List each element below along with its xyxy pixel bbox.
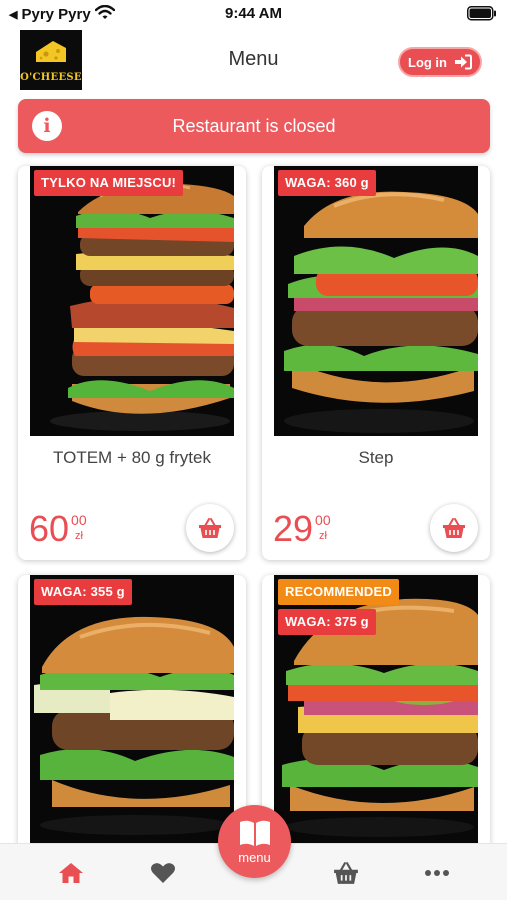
product-badge: WAGA: 375 g xyxy=(278,609,376,635)
price-cents: 00 xyxy=(315,512,331,528)
battery-icon xyxy=(467,6,497,25)
add-to-cart-button[interactable] xyxy=(186,504,234,552)
product-badge: WAGA: 360 g xyxy=(278,170,376,196)
price-main: 29 xyxy=(273,508,314,549)
price-cents: 00 xyxy=(71,512,87,528)
product-badge: RECOMMENDED xyxy=(278,579,399,605)
logo-text: O'CHEESE xyxy=(20,72,82,83)
price-main: 60 xyxy=(29,508,70,549)
product-photo: WAGA: 360 g xyxy=(274,166,478,436)
tab-more[interactable] xyxy=(422,860,452,886)
product-photo: WAGA: 355 g xyxy=(30,575,234,845)
price-currency: zł xyxy=(75,530,83,542)
tab-favorites[interactable] xyxy=(148,860,178,886)
product-photo: RECOMMENDED WAGA: 375 g xyxy=(274,575,478,845)
status-time: 9:44 AM xyxy=(225,5,282,22)
login-icon xyxy=(455,54,472,70)
header: O'CHEESE Menu Log in xyxy=(0,28,507,92)
price-currency: zł xyxy=(319,530,327,542)
product-name: Step xyxy=(358,448,394,467)
login-label: Log in xyxy=(408,54,447,70)
restaurant-closed-banner: i Restaurant is closed xyxy=(18,99,490,153)
product-card[interactable]: WAGA: 360 g Step 29 00 zł xyxy=(262,166,490,560)
add-to-cart-button[interactable] xyxy=(430,504,478,552)
product-name: TOTEM + 80 g frytek xyxy=(53,448,211,467)
tab-cart[interactable] xyxy=(331,860,361,886)
product-price: 29 00 zł xyxy=(273,511,331,547)
product-card[interactable]: TYLKO NA MIEJSCU! TOTEM + 80 g frytek 60… xyxy=(18,166,246,560)
more-icon xyxy=(425,870,449,876)
product-badge: TYLKO NA MIEJSCU! xyxy=(34,170,184,196)
product-card[interactable]: WAGA: 355 g xyxy=(18,575,246,875)
product-price: 60 00 zł xyxy=(29,511,87,547)
heart-icon xyxy=(151,863,175,883)
product-badge: WAGA: 355 g xyxy=(34,579,132,605)
restaurant-closed-text: Restaurant is closed xyxy=(172,115,336,136)
tab-home[interactable] xyxy=(56,860,86,886)
basket-icon xyxy=(443,518,465,538)
home-icon xyxy=(59,863,83,883)
basket-icon xyxy=(199,518,221,538)
product-photo: TYLKO NA MIEJSCU! xyxy=(30,166,234,436)
basket-icon xyxy=(334,862,358,884)
book-icon xyxy=(240,820,270,846)
menu-button[interactable]: menu xyxy=(218,805,291,878)
login-button[interactable]: Log in xyxy=(398,47,482,77)
menu-button-label: menu xyxy=(238,850,271,865)
product-card[interactable]: RECOMMENDED WAGA: 375 g xyxy=(262,575,490,875)
status-bar: ◀ Pyry Pyry 9:44 AM xyxy=(0,0,507,28)
